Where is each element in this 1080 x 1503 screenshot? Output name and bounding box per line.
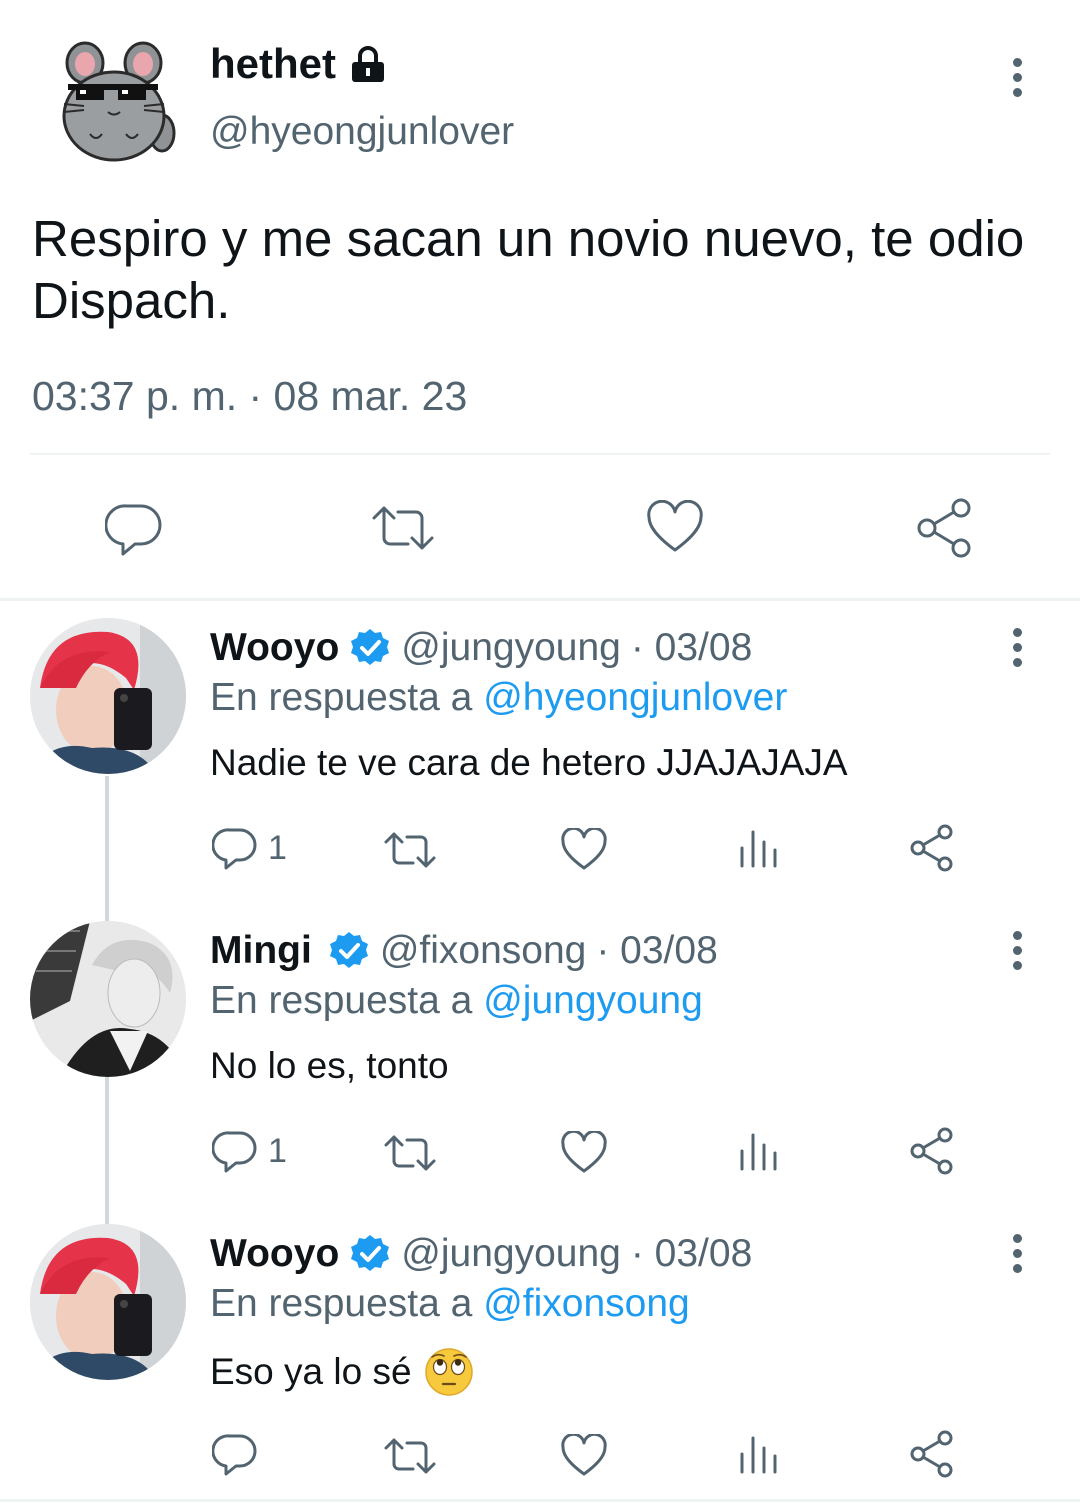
reply-like-button[interactable] xyxy=(560,1129,608,1180)
reply-like-button[interactable] xyxy=(560,1432,608,1483)
reply-avatar[interactable] xyxy=(30,1224,186,1380)
reply-count: 1 xyxy=(268,1131,287,1170)
reply-retweet-button[interactable] xyxy=(383,1131,437,1180)
main-tweet-reply-button[interactable] xyxy=(104,500,163,561)
reply-views-button[interactable] xyxy=(738,1432,780,1481)
main-tweet-retweet-button[interactable] xyxy=(370,500,436,561)
reply-icon xyxy=(104,504,162,556)
main-tweet-handle[interactable]: @hyeongjunlover xyxy=(210,110,514,154)
verified-badge-icon xyxy=(329,932,368,968)
reply-like-button[interactable] xyxy=(560,826,608,877)
main-tweet-timestamp[interactable]: 03:37 p. m. · 08 mar. 23 xyxy=(32,373,467,420)
heart-icon xyxy=(561,826,607,870)
reply-share-button[interactable] xyxy=(908,824,956,877)
reply-display-name[interactable]: Wooyo xyxy=(210,1232,339,1276)
reply-to-prefix: En respuesta a xyxy=(210,979,473,1022)
reply-share-button[interactable] xyxy=(908,1127,956,1180)
reply-text: Nadie te ve cara de hetero JJAJAJAJA xyxy=(210,742,848,783)
reply-retweet-button[interactable] xyxy=(383,1434,437,1483)
views-chart-icon xyxy=(740,830,777,868)
share-icon xyxy=(910,1127,953,1175)
main-tweet-like-button[interactable] xyxy=(645,499,705,561)
reply-more-icon[interactable] xyxy=(1011,628,1023,673)
reply-more-icon[interactable] xyxy=(1011,1234,1023,1279)
main-tweet-text: Respiro y me sacan un novio nuevo, te od… xyxy=(32,208,1024,332)
lock-icon xyxy=(352,46,384,82)
red-hair-person-avatar-icon xyxy=(30,1224,186,1380)
bottom-divider xyxy=(0,1499,1080,1502)
eye-roll-emoji-icon xyxy=(424,1348,473,1396)
reply-date[interactable]: · 03/08 xyxy=(631,626,752,670)
reply-views-button[interactable] xyxy=(738,1129,780,1178)
section-divider xyxy=(0,598,1080,601)
reply-handle[interactable]: @fixonsong xyxy=(380,929,587,973)
reply-date[interactable]: · 03/08 xyxy=(631,1232,752,1276)
reply-count: 1 xyxy=(268,828,287,867)
share-icon xyxy=(917,498,971,558)
verified-badge-icon xyxy=(351,1235,390,1271)
main-tweet-divider xyxy=(30,453,1050,455)
reply-more-icon[interactable] xyxy=(1011,931,1023,976)
reply-retweet-button[interactable] xyxy=(383,828,437,877)
views-chart-icon xyxy=(740,1436,777,1474)
heart-icon xyxy=(647,499,703,552)
reply-text-row: Eso ya lo sé 🙄 xyxy=(210,1347,474,1397)
chinchilla-avatar-icon xyxy=(62,41,176,162)
reply-to-prefix: En respuesta a xyxy=(210,676,473,719)
retweet-icon xyxy=(384,1438,436,1474)
reply-date[interactable]: · 03/08 xyxy=(596,929,717,973)
reply-reply-button[interactable]: 1 xyxy=(212,826,287,870)
main-tweet-share-button[interactable] xyxy=(915,498,975,563)
main-tweet-display-name[interactable]: hethet xyxy=(210,40,336,88)
retweet-icon xyxy=(384,832,436,868)
main-tweet-text-line1: Respiro y me sacan un novio nuevo, te od… xyxy=(32,210,1025,267)
reply-to-mention[interactable]: @hyeongjunlover xyxy=(483,676,787,719)
reply-text: Eso ya lo sé xyxy=(210,1351,412,1392)
reply-handle[interactable]: @jungyoung xyxy=(401,1232,621,1276)
main-tweet-avatar[interactable] xyxy=(50,38,180,168)
verified-badge-icon xyxy=(351,629,390,665)
grayscale-person-avatar-icon xyxy=(30,921,186,1077)
reply-avatar[interactable] xyxy=(30,618,186,774)
reply-reply-button[interactable] xyxy=(212,1432,268,1476)
reply-to-mention[interactable]: @jungyoung xyxy=(483,979,703,1022)
red-hair-person-avatar-icon xyxy=(30,618,186,774)
reply-display-name[interactable]: Wooyo xyxy=(210,626,339,670)
main-tweet-text-line2: Dispach. xyxy=(32,272,231,329)
reply-to-prefix: En respuesta a xyxy=(210,1282,473,1325)
reply-icon xyxy=(212,1131,257,1173)
reply-display-name[interactable]: Mingi xyxy=(210,929,312,973)
reply-icon xyxy=(212,1434,257,1476)
retweet-icon xyxy=(372,506,434,550)
reply-handle[interactable]: @jungyoung xyxy=(401,626,621,670)
heart-icon xyxy=(561,1129,607,1173)
retweet-icon xyxy=(384,1135,436,1171)
reply-share-button[interactable] xyxy=(908,1430,956,1483)
reply-icon xyxy=(212,828,257,870)
views-chart-icon xyxy=(740,1133,777,1171)
reply-text: No lo es, tonto xyxy=(210,1045,449,1086)
reply-avatar[interactable] xyxy=(30,921,186,1077)
heart-icon xyxy=(561,1432,607,1476)
reply-to-mention[interactable]: @fixonsong xyxy=(483,1282,690,1325)
reply-reply-button[interactable]: 1 xyxy=(212,1129,287,1173)
share-icon xyxy=(910,824,953,872)
share-icon xyxy=(910,1430,953,1478)
main-tweet-more-icon[interactable] xyxy=(1011,58,1023,103)
reply-views-button[interactable] xyxy=(738,826,780,875)
